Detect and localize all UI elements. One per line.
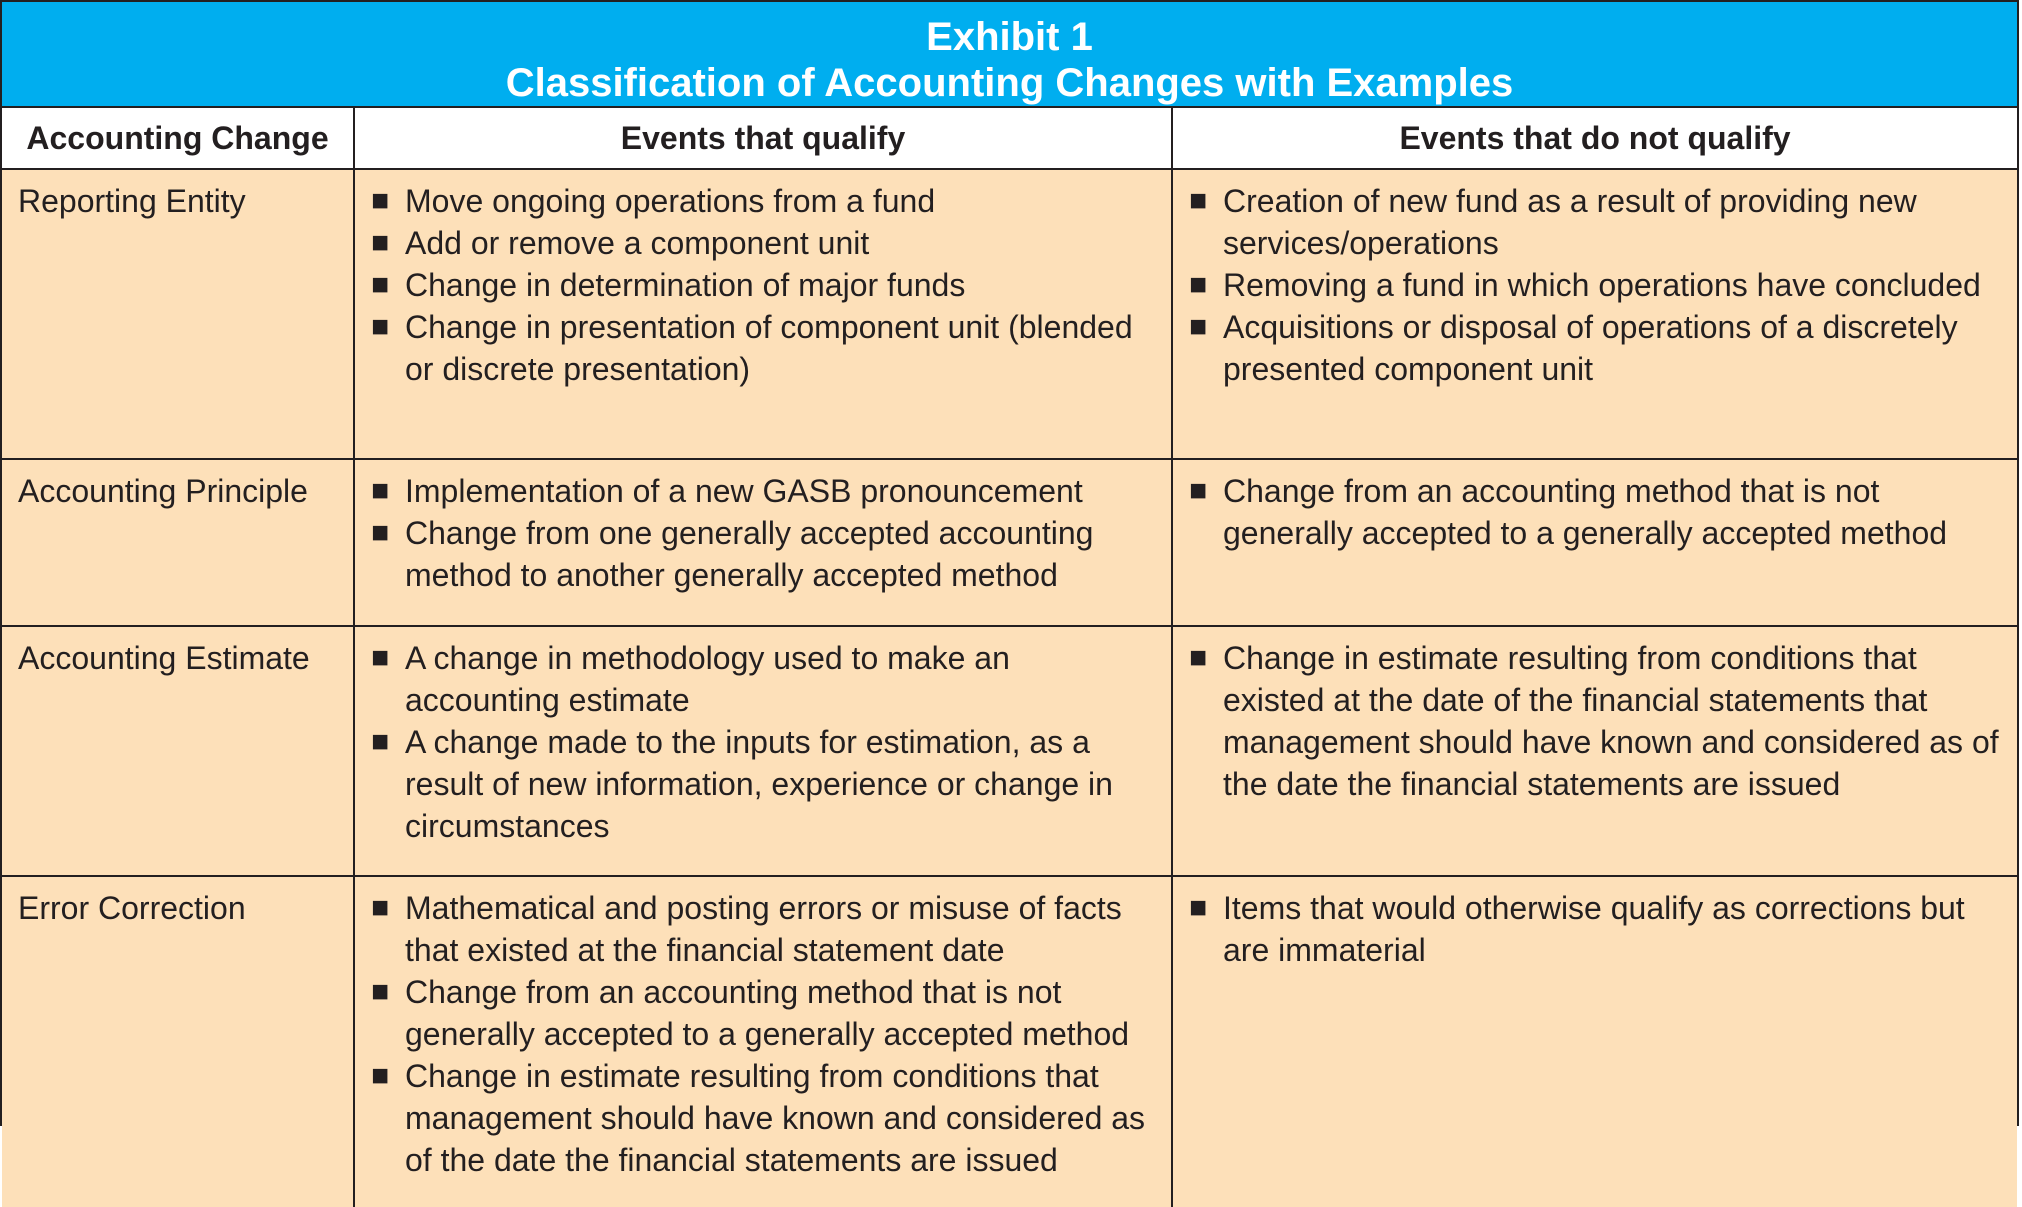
list-item: ■ Change in estimate resulting from condi… <box>1189 637 2005 805</box>
square-bullet-icon: ■ <box>371 310 390 343</box>
square-bullet-icon: ■ <box>371 725 390 758</box>
row-label: Reporting Entity <box>2 169 355 460</box>
square-bullet-icon: ■ <box>1189 268 1208 301</box>
list-item: ■ Change from an accounting method that i… <box>371 971 1159 1055</box>
square-bullet-icon: ■ <box>1189 641 1208 674</box>
square-bullet-icon: ■ <box>371 474 390 507</box>
table-row-reporting-entity: Reporting Entity ■ Move ongoing operation… <box>2 169 2017 460</box>
square-bullet-icon: ■ <box>371 268 390 301</box>
square-bullet-icon: ■ <box>371 516 390 549</box>
square-bullet-icon: ■ <box>371 641 390 674</box>
table-row-accounting-principle: Accounting Principle ■ Implementation of … <box>2 459 2017 627</box>
exhibit-header: Exhibit 1 Classification of Accounting C… <box>2 2 2017 108</box>
list-item: ■ Creation of new fund as a result of pro… <box>1189 180 2005 264</box>
qualify-cell: ■ Mathematical and posting errors or misu… <box>354 876 1173 1207</box>
qualify-cell: ■ A change in methodology used to make an… <box>354 626 1173 877</box>
list-item: ■ A change made to the inputs for estimat… <box>371 721 1159 847</box>
square-bullet-icon: ■ <box>1189 310 1208 343</box>
list-item: ■ Move ongoing operations from a fund <box>371 180 1159 222</box>
list-item: ■ Acquisitions or disposal of operations … <box>1189 306 2005 390</box>
not-qualify-list: ■ Creation of new fund as a result of pro… <box>1189 180 2005 390</box>
square-bullet-icon: ■ <box>1189 474 1208 507</box>
list-item: ■ Change from an accounting method that i… <box>1189 470 2005 554</box>
list-item: ■ A change in methodology used to make an… <box>371 637 1159 721</box>
list-item: ■ Add or remove a component unit <box>371 222 1159 264</box>
qualify-cell: ■ Implementation of a new GASB pronouncem… <box>354 459 1173 627</box>
not-qualify-cell: ■ Creation of new fund as a result of pro… <box>1172 169 2017 460</box>
list-item: ■ Change in estimate resulting from condi… <box>371 1055 1159 1181</box>
square-bullet-icon: ■ <box>1189 891 1208 924</box>
not-qualify-cell: ■ Items that would otherwise qualify as c… <box>1172 876 2017 1207</box>
square-bullet-icon: ■ <box>371 184 390 217</box>
table-header-row: Accounting Change Events that qualify Ev… <box>2 108 2017 170</box>
not-qualify-list: ■ Change from an accounting method that i… <box>1189 470 2005 554</box>
square-bullet-icon: ■ <box>371 226 390 259</box>
list-item: ■ Change in determination of major funds <box>371 264 1159 306</box>
not-qualify-list: ■ Items that would otherwise qualify as c… <box>1189 887 2005 971</box>
square-bullet-icon: ■ <box>371 975 390 1008</box>
qualify-cell: ■ Move ongoing operations from a fund ■ Ad… <box>354 169 1173 460</box>
qualify-list: ■ A change in methodology used to make an… <box>371 637 1159 847</box>
not-qualify-list: ■ Change in estimate resulting from condi… <box>1189 637 2005 805</box>
row-label: Accounting Principle <box>2 459 355 627</box>
table-row-error-correction: Error Correction ■ Mathematical and posti… <box>2 876 2017 1207</box>
not-qualify-cell: ■ Change in estimate resulting from condi… <box>1172 626 2017 877</box>
row-label: Error Correction <box>2 876 355 1207</box>
square-bullet-icon: ■ <box>371 1059 390 1092</box>
qualify-list: ■ Mathematical and posting errors or misu… <box>371 887 1159 1181</box>
square-bullet-icon: ■ <box>371 891 390 924</box>
column-header-events-qualify: Events that qualify <box>354 108 1173 170</box>
not-qualify-cell: ■ Change from an accounting method that i… <box>1172 459 2017 627</box>
column-header-accounting-change: Accounting Change <box>2 108 355 170</box>
row-label: Accounting Estimate <box>2 626 355 877</box>
list-item: ■ Mathematical and posting errors or misu… <box>371 887 1159 971</box>
list-item: ■ Removing a fund in which operations hav… <box>1189 264 2005 306</box>
exhibit-table-container: Exhibit 1 Classification of Accounting C… <box>0 0 2019 1207</box>
table-row-accounting-estimate: Accounting Estimate ■ A change in methodo… <box>2 626 2017 877</box>
square-bullet-icon: ■ <box>1189 184 1208 217</box>
classification-table: Accounting Change Events that qualify Ev… <box>2 108 2017 1207</box>
qualify-list: ■ Implementation of a new GASB pronouncem… <box>371 470 1159 596</box>
exhibit-subtitle: Classification of Accounting Changes wit… <box>505 61 1514 105</box>
list-item: ■ Implementation of a new GASB pronouncem… <box>371 470 1159 512</box>
exhibit-title: Exhibit 1 <box>926 15 1093 59</box>
list-item: ■ Change in presentation of component uni… <box>371 306 1159 390</box>
list-item: ■ Items that would otherwise qualify as c… <box>1189 887 2005 971</box>
qualify-list: ■ Move ongoing operations from a fund ■ Ad… <box>371 180 1159 390</box>
column-header-events-not-qualify: Events that do not qualify <box>1172 108 2017 170</box>
list-item: ■ Change from one generally accepted acco… <box>371 512 1159 596</box>
